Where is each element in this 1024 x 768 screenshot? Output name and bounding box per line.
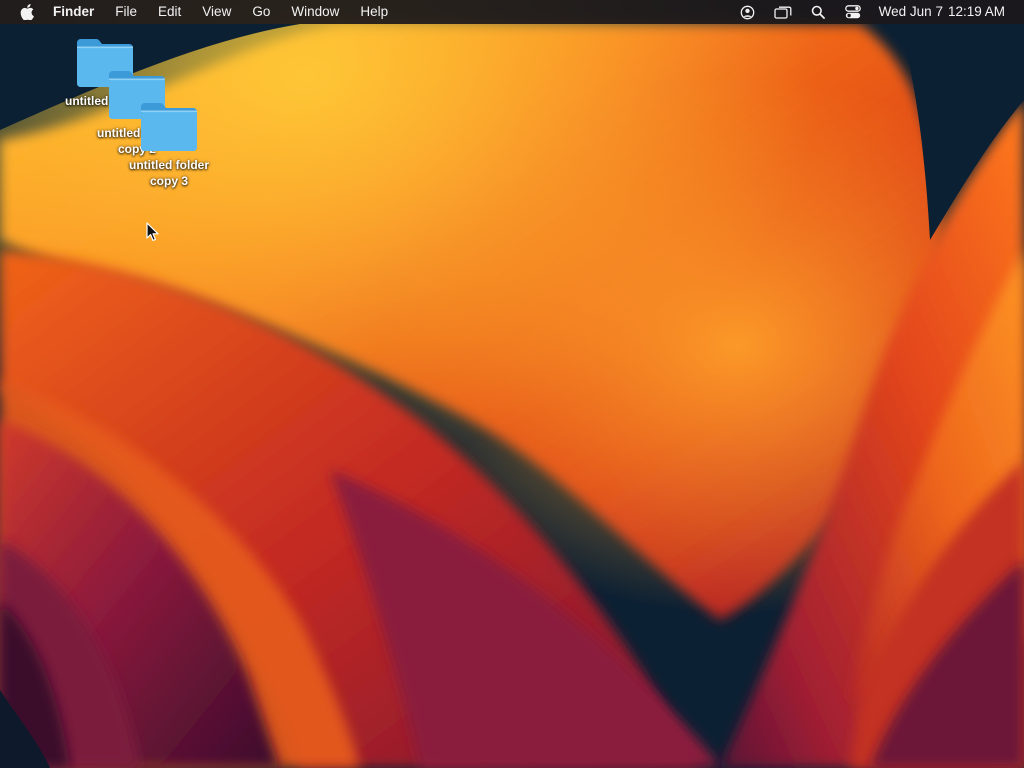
folder-icon [141,103,197,151]
menu-go[interactable]: Go [252,0,270,24]
menu-window[interactable]: Window [291,0,339,24]
clock-time: 12:19 AM [947,4,1005,19]
menu-bar: Finder File Edit View Go Window Help Wed… [0,0,1024,24]
spotlight-search-icon[interactable] [809,0,827,24]
menu-help[interactable]: Help [360,0,388,24]
control-center-icon[interactable] [844,0,862,24]
desktop[interactable]: Finder File Edit View Go Window Help Wed… [0,0,1024,768]
desktop-folder-untitled-folder-copy-3[interactable]: untitled folder copy 3 [121,101,217,189]
menu-view[interactable]: View [202,0,231,24]
menu-bar-clock[interactable]: Wed Jun 7 12:19 AM [879,0,1005,24]
menu-file[interactable]: File [115,0,137,24]
apple-logo-icon[interactable] [19,0,35,24]
arrow-cursor-icon [146,222,159,241]
folder-label: untitled folder copy 3 [129,158,209,188]
screen-mirroring-icon[interactable] [774,0,792,24]
menu-edit[interactable]: Edit [158,0,181,24]
clock-date: Wed Jun 7 [878,4,943,19]
menu-app-finder[interactable]: Finder [53,0,94,24]
user-account-icon[interactable] [739,0,757,24]
